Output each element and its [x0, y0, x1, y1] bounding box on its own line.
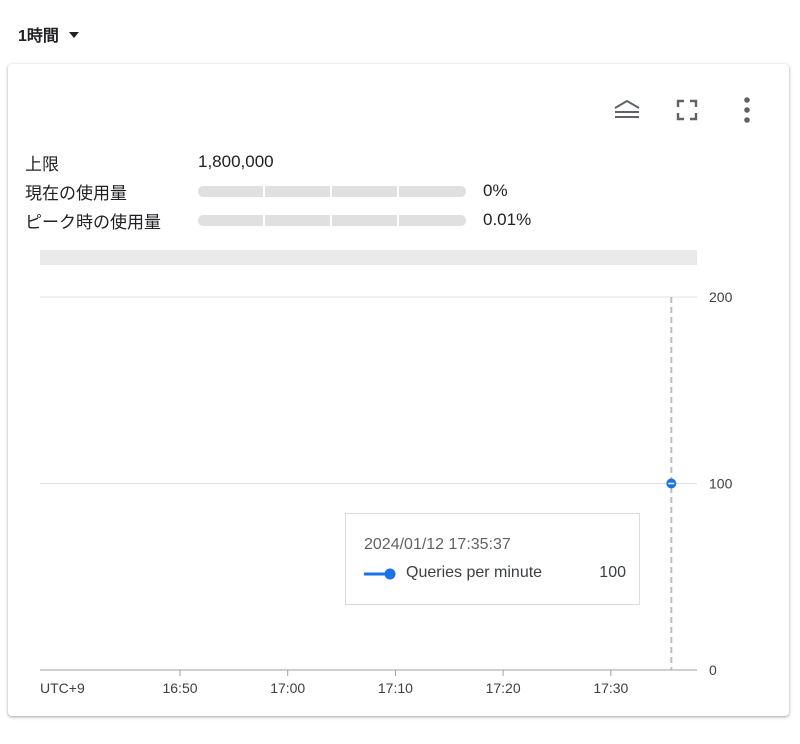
y-tick-label: 200 [709, 289, 733, 305]
timezone-label: UTC+9 [40, 680, 85, 696]
quota-chart-card: 上限 1,800,000 現在の使用量 0% ピーク時の使用量 0.01% 01… [8, 64, 789, 716]
y-tick-label: 0 [709, 662, 717, 678]
chart-tooltip: 2024/01/12 17:35:37 Queries per minute 1… [345, 513, 640, 605]
y-tick-label: 100 [709, 476, 733, 492]
usage-line-chart: 0 100 200 UTC+9 16:50 17:00 17:10 17:20 17:30 [40, 289, 733, 696]
x-tick-label: 16:50 [162, 680, 197, 696]
tooltip-series-value: 100 [599, 564, 626, 581]
series-swatch-icon [364, 568, 396, 580]
time-range-label: 1時間 [18, 28, 59, 45]
time-range-dropdown[interactable]: 1時間 [18, 22, 79, 46]
x-tick-label: 17:00 [270, 680, 305, 696]
x-tick-label: 17:30 [593, 680, 628, 696]
tooltip-timestamp: 2024/01/12 17:35:37 [364, 536, 511, 553]
x-tick-label: 17:10 [378, 680, 413, 696]
dropdown-caret-icon [68, 32, 79, 38]
tooltip-series-row: Queries per minute 100 [364, 564, 626, 584]
tooltip-series-name: Queries per minute [406, 564, 543, 581]
x-tick-label: 17:20 [486, 680, 521, 696]
